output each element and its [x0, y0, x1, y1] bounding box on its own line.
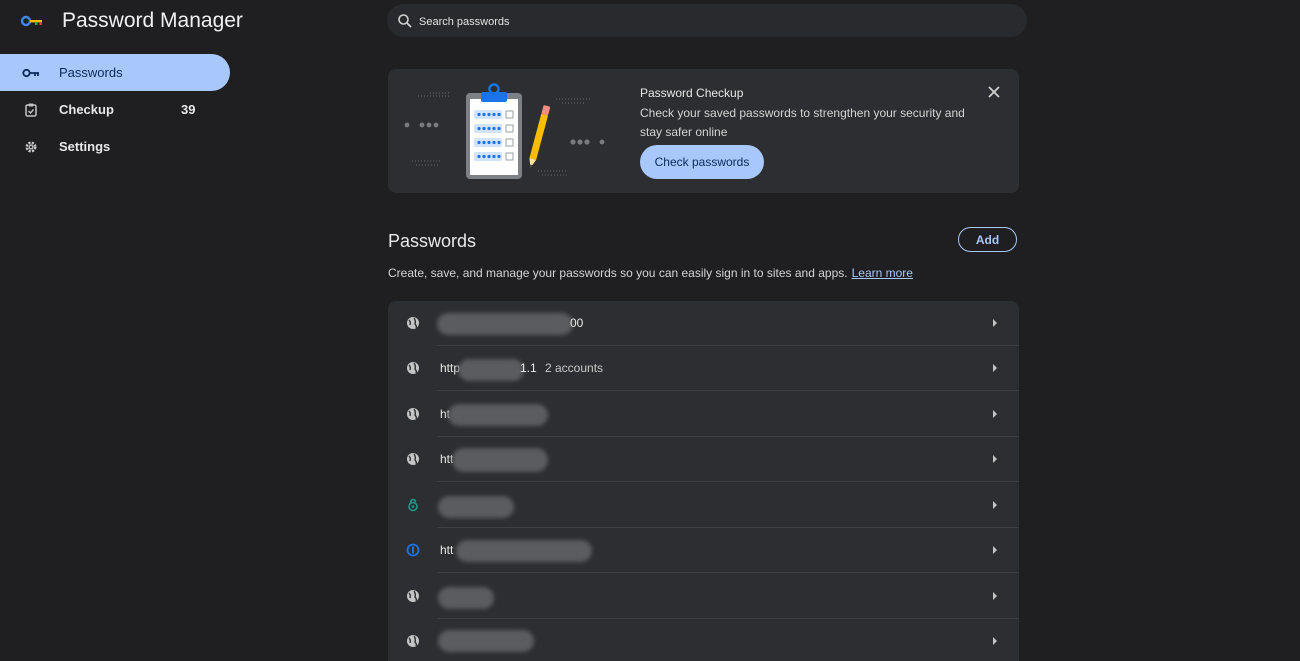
chevron-right-icon	[993, 455, 997, 463]
checkup-count-badge: 39	[181, 102, 196, 117]
redacted-site	[458, 359, 524, 381]
site-name-suffix: 1.1	[520, 361, 537, 375]
sidebar-item-label: Passwords	[59, 65, 123, 80]
redacted-site	[438, 630, 534, 652]
learn-more-link[interactable]: Learn more	[852, 266, 913, 280]
sidebar-item-checkup[interactable]: Checkup 39	[0, 91, 230, 128]
password-row[interactable]: ht	[388, 392, 1019, 437]
checkup-description: Check your saved passwords to strengthen…	[640, 106, 965, 139]
chevron-right-icon	[993, 319, 997, 327]
clipboard-check-icon	[22, 101, 40, 119]
blue-shield-icon	[406, 543, 420, 557]
password-row[interactable]: htt	[388, 528, 1019, 573]
chevron-right-icon	[993, 501, 997, 509]
close-icon[interactable]	[986, 84, 1002, 100]
passwords-heading: Passwords	[388, 231, 477, 251]
sidebar-item-label: Settings	[59, 139, 111, 154]
chevron-right-icon	[993, 637, 997, 645]
app-title: Password Manager	[62, 9, 243, 32]
redacted-site	[448, 404, 548, 426]
password-row[interactable]	[388, 619, 1019, 661]
password-row[interactable]: 00	[388, 301, 1019, 346]
passwords-description: Create, save, and manage your passwords …	[388, 266, 913, 280]
checkup-illustration	[404, 83, 605, 179]
globe-icon	[407, 453, 419, 465]
sidebar-item-passwords[interactable]: Passwords	[0, 54, 230, 91]
password-list: 00 http 1.1 2 accounts ht htt htt	[388, 301, 1019, 661]
redacted-site	[452, 448, 548, 472]
password-checkup-card: Password Checkup Check your saved passwo…	[388, 69, 1019, 193]
password-row[interactable]: http 1.1 2 accounts	[388, 346, 1019, 391]
password-row[interactable]	[388, 574, 1019, 619]
password-row[interactable]	[388, 483, 1019, 528]
site-name: htt	[440, 543, 454, 557]
redacted-site	[456, 540, 592, 562]
redacted-site	[438, 496, 514, 518]
chevron-right-icon	[993, 592, 997, 600]
search-input[interactable]	[417, 4, 1011, 39]
passwords-description-text: Create, save, and manage your passwords …	[388, 266, 848, 280]
password-manager-logo-icon	[20, 15, 42, 27]
globe-icon	[407, 362, 419, 374]
site-name: http	[440, 361, 461, 375]
search-icon	[398, 14, 412, 28]
globe-icon	[407, 635, 419, 647]
chevron-right-icon	[993, 546, 997, 554]
add-password-button[interactable]: Add	[958, 227, 1017, 252]
gear-icon	[22, 138, 40, 156]
site-name: 00	[570, 316, 584, 330]
key-icon	[22, 64, 40, 82]
globe-icon	[407, 408, 419, 420]
check-passwords-button[interactable]: Check passwords	[640, 145, 764, 179]
sidebar-item-settings[interactable]: Settings	[0, 128, 230, 165]
checkup-title: Password Checkup	[640, 86, 744, 100]
redacted-site	[437, 313, 573, 335]
globe-icon	[407, 317, 419, 329]
accounts-count: 2 accounts	[545, 361, 604, 375]
password-row[interactable]: htt	[388, 437, 1019, 482]
sidebar-item-label: Checkup	[59, 102, 114, 117]
globe-icon	[407, 590, 419, 602]
redacted-site	[438, 587, 494, 609]
chevron-right-icon	[993, 410, 997, 418]
search-bar	[387, 4, 1027, 39]
chevron-right-icon	[993, 364, 997, 372]
green-lock-icon	[408, 498, 418, 512]
